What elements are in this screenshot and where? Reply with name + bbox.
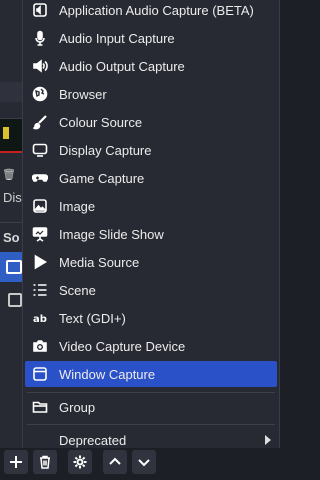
chevron-down-icon: [138, 459, 150, 467]
microphone-icon: [25, 25, 55, 51]
slideshow-icon: [25, 221, 55, 247]
sources-header-partial: So: [3, 230, 20, 245]
menu-item-label: Game Capture: [59, 170, 145, 186]
gear-icon: [73, 455, 87, 469]
source-properties-button[interactable]: [68, 450, 92, 474]
menu-item-label: Display Capture: [59, 142, 152, 158]
chevron-up-icon: [109, 457, 121, 465]
globe-icon: [25, 81, 55, 107]
text-icon: ab: [25, 305, 55, 331]
menu-item-label: Video Capture Device: [59, 338, 186, 354]
menu-separator: [27, 392, 275, 393]
menu-item-browser[interactable]: Browser: [25, 81, 277, 107]
preview-thumbnail: [0, 118, 22, 153]
menu-item-label: Audio Output Capture: [59, 58, 185, 74]
menu-item-label: Media Source: [59, 254, 140, 270]
menu-item-label: Application Audio Capture (BETA): [59, 2, 254, 18]
move-source-up-button[interactable]: [103, 450, 127, 474]
menu-item-label: Browser: [59, 86, 107, 102]
trash-icon[interactable]: 🗑: [2, 168, 16, 181]
sources-toolbar: [0, 448, 282, 480]
menu-separator: [27, 424, 275, 425]
scene-toolbar-strip: 🗑: [0, 82, 22, 181]
image-icon: [25, 193, 55, 219]
menu-item-image[interactable]: Image: [25, 193, 277, 219]
submenu-arrow-icon: [265, 435, 271, 445]
folder-icon: [25, 394, 55, 420]
svg-text:ab: ab: [33, 314, 47, 325]
menu-item-audio-input-capture[interactable]: Audio Input Capture: [25, 25, 277, 51]
menu-item-display-capture[interactable]: Display Capture: [25, 137, 277, 163]
window-icon: [8, 293, 22, 307]
selected-source-row[interactable]: [0, 252, 22, 282]
menu-item-application-audio-capture[interactable]: Application Audio Capture (BETA): [25, 0, 277, 23]
menu-item-text-gdi[interactable]: ab Text (GDI+): [25, 305, 277, 331]
list-icon: [25, 277, 55, 303]
window-icon: [6, 260, 22, 274]
menu-item-label: Audio Input Capture: [59, 30, 175, 46]
plus-icon: [10, 456, 22, 468]
menu-item-group[interactable]: Group: [25, 394, 277, 420]
divider: [0, 222, 22, 223]
remove-source-button[interactable]: [33, 450, 57, 474]
trash-icon: [40, 455, 50, 469]
add-source-button[interactable]: [4, 450, 28, 474]
move-source-down-button[interactable]: [132, 450, 156, 474]
app-audio-icon: [25, 0, 55, 23]
menu-item-label: Image: [59, 198, 96, 214]
menu-item-audio-output-capture[interactable]: Audio Output Capture: [25, 53, 277, 79]
speaker-icon: [25, 53, 55, 79]
play-icon: [25, 249, 55, 275]
add-source-menu: Application Audio Capture (BETA) Audio I…: [22, 0, 280, 460]
menu-item-scene[interactable]: Scene: [25, 277, 277, 303]
menu-item-video-capture-device[interactable]: Video Capture Device: [25, 333, 277, 359]
menu-item-colour-source[interactable]: Colour Source: [25, 109, 277, 135]
menu-item-label: Scene: [59, 282, 96, 298]
menu-item-media-source[interactable]: Media Source: [25, 249, 277, 275]
menu-item-image-slide-show[interactable]: Image Slide Show: [25, 221, 277, 247]
monitor-icon: [25, 137, 55, 163]
menu-item-label: Window Capture: [59, 366, 156, 382]
brush-icon: [25, 109, 55, 135]
menu-item-label: Text (GDI+): [59, 310, 126, 326]
menu-item-label: Group: [59, 399, 96, 415]
dock-title-partial: Dis: [3, 190, 22, 205]
menu-item-label: Image Slide Show: [59, 226, 164, 242]
menu-item-window-capture[interactable]: Window Capture: [25, 361, 277, 387]
window-icon: [25, 361, 55, 387]
menu-item-label: Colour Source: [59, 114, 143, 130]
menu-item-game-capture[interactable]: Game Capture: [25, 165, 277, 191]
menu-item-label: Deprecated: [59, 432, 127, 448]
camera-icon: [25, 333, 55, 359]
gamepad-icon: [25, 165, 55, 191]
